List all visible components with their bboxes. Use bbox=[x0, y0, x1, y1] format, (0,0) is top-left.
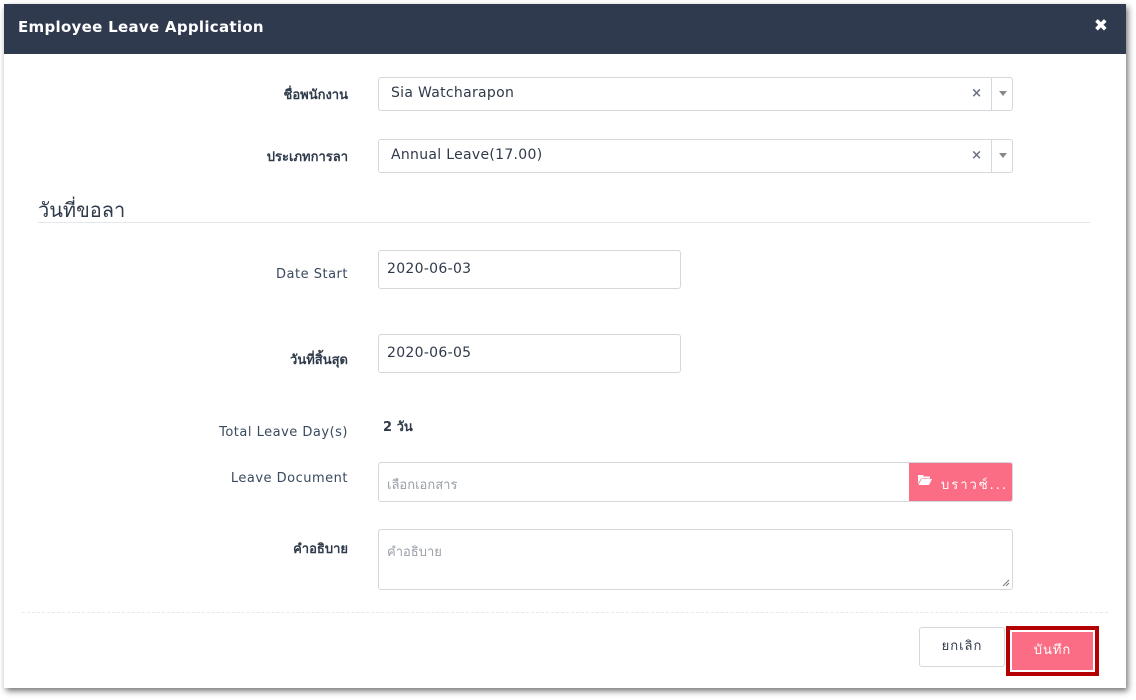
leave-type-value: Annual Leave(17.00) bbox=[391, 147, 543, 163]
employee-select[interactable]: Sia Watcharapon × bbox=[378, 77, 1013, 111]
description-textarea[interactable]: คำอธิบาย bbox=[378, 529, 1013, 590]
date-end-value: 2020-06-05 bbox=[387, 345, 472, 361]
date-start-value: 2020-06-03 bbox=[387, 261, 472, 277]
close-icon[interactable]: ✖ bbox=[1094, 16, 1108, 36]
chevron-down-icon[interactable] bbox=[999, 91, 1007, 96]
resize-grip-icon[interactable] bbox=[1002, 579, 1010, 587]
leave-application-modal: Employee Leave Application ✖ ชื่อพนักงาน… bbox=[4, 4, 1126, 688]
folder-open-icon bbox=[918, 475, 932, 485]
date-end-input[interactable]: 2020-06-05 bbox=[378, 334, 681, 373]
chevron-down-icon[interactable] bbox=[999, 153, 1007, 158]
leave-document-label: Leave Document bbox=[230, 471, 348, 486]
browse-button[interactable]: บราวซ์... bbox=[909, 463, 1012, 501]
clear-icon[interactable]: × bbox=[971, 148, 982, 163]
clear-icon[interactable]: × bbox=[971, 86, 982, 101]
date-start-input[interactable]: 2020-06-03 bbox=[378, 250, 681, 289]
footer-divider bbox=[22, 612, 1108, 613]
total-days-value: 2 วัน bbox=[383, 420, 413, 435]
description-placeholder: คำอธิบาย bbox=[387, 545, 442, 560]
cancel-button[interactable]: ยกเลิก bbox=[919, 627, 1005, 667]
employee-value: Sia Watcharapon bbox=[391, 85, 515, 101]
modal-title: Employee Leave Application bbox=[18, 18, 264, 36]
leave-type-label: ประเภทการลา bbox=[266, 150, 348, 165]
save-button-highlight: บันทึก bbox=[1006, 626, 1099, 676]
employee-label: ชื่อพนักงาน bbox=[283, 88, 349, 103]
leave-type-select[interactable]: Annual Leave(17.00) × bbox=[378, 139, 1013, 173]
save-button[interactable]: บันทึก bbox=[1012, 632, 1093, 670]
select-divider bbox=[991, 140, 992, 172]
date-end-label: วันที่สิ้นสุด bbox=[290, 353, 348, 368]
total-days-label: Total Leave Day(s) bbox=[219, 425, 348, 440]
date-start-label: Date Start bbox=[276, 267, 348, 282]
section-divider bbox=[38, 222, 1090, 223]
description-label: คำอธิบาย bbox=[293, 542, 348, 557]
leave-document-placeholder: เลือกเอกสาร bbox=[387, 478, 458, 493]
modal-header: Employee Leave Application ✖ bbox=[4, 4, 1126, 54]
leave-document-field[interactable]: เลือกเอกสาร บราวซ์... bbox=[378, 462, 1013, 502]
select-divider bbox=[991, 78, 992, 110]
browse-label: บราวซ์... bbox=[941, 478, 1009, 493]
